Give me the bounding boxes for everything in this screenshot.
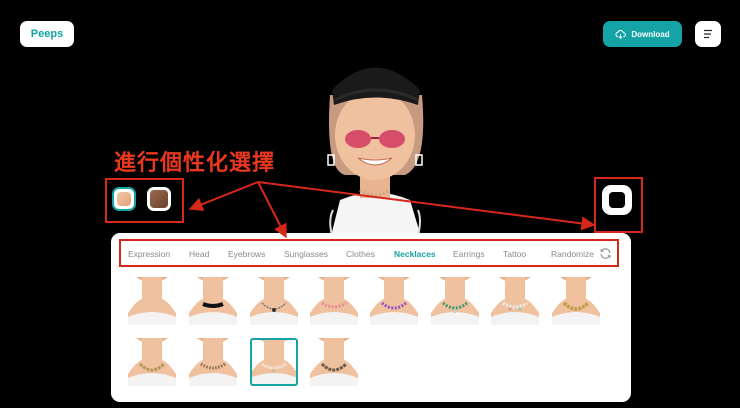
avatar-preview [327, 67, 424, 240]
necklace-preview-icon [250, 338, 298, 386]
annotation-text: 進行個性化選擇 [114, 151, 276, 176]
necklace-preview-icon [189, 277, 237, 325]
necklace-option-black-choker[interactable] [189, 277, 237, 325]
logo-button[interactable]: Peeps [20, 21, 74, 47]
necklace-option-gold-beads[interactable] [189, 338, 237, 386]
necklace-option-pearl-strand[interactable] [250, 338, 298, 386]
download-button[interactable]: Download [603, 21, 682, 47]
necklace-option-purple-beads[interactable] [370, 277, 418, 325]
necklace-preview-icon [128, 277, 176, 325]
necklace-preview-icon [189, 338, 237, 386]
necklace-preview-icon [370, 277, 418, 325]
necklace-preview-icon [310, 277, 358, 325]
annotation-box-tabs [119, 239, 619, 267]
necklace-preview-icon [250, 277, 298, 325]
necklace-option-silver-chain-pendant[interactable] [250, 277, 298, 325]
necklace-option-dark-chain[interactable] [310, 338, 358, 386]
annotation-box-swatches [105, 178, 184, 223]
necklace-option-pink-beads[interactable] [310, 277, 358, 325]
necklace-option-pearl-charms[interactable] [491, 277, 539, 325]
necklace-option-gold-chain[interactable] [128, 338, 176, 386]
necklace-preview-icon [431, 277, 479, 325]
necklace-preview-icon [552, 277, 600, 325]
necklace-preview-icon [310, 338, 358, 386]
annotation-box-background [594, 177, 643, 233]
menu-button[interactable] [695, 21, 721, 47]
cloud-download-icon [615, 29, 627, 39]
necklace-option-green-beads[interactable] [431, 277, 479, 325]
necklace-option-gold-cuban-chain[interactable] [552, 277, 600, 325]
necklace-option-none[interactable] [128, 277, 176, 325]
menu-icon [704, 29, 712, 39]
necklace-preview-icon [128, 338, 176, 386]
download-label: Download [631, 29, 670, 39]
necklace-preview-icon [491, 277, 539, 325]
